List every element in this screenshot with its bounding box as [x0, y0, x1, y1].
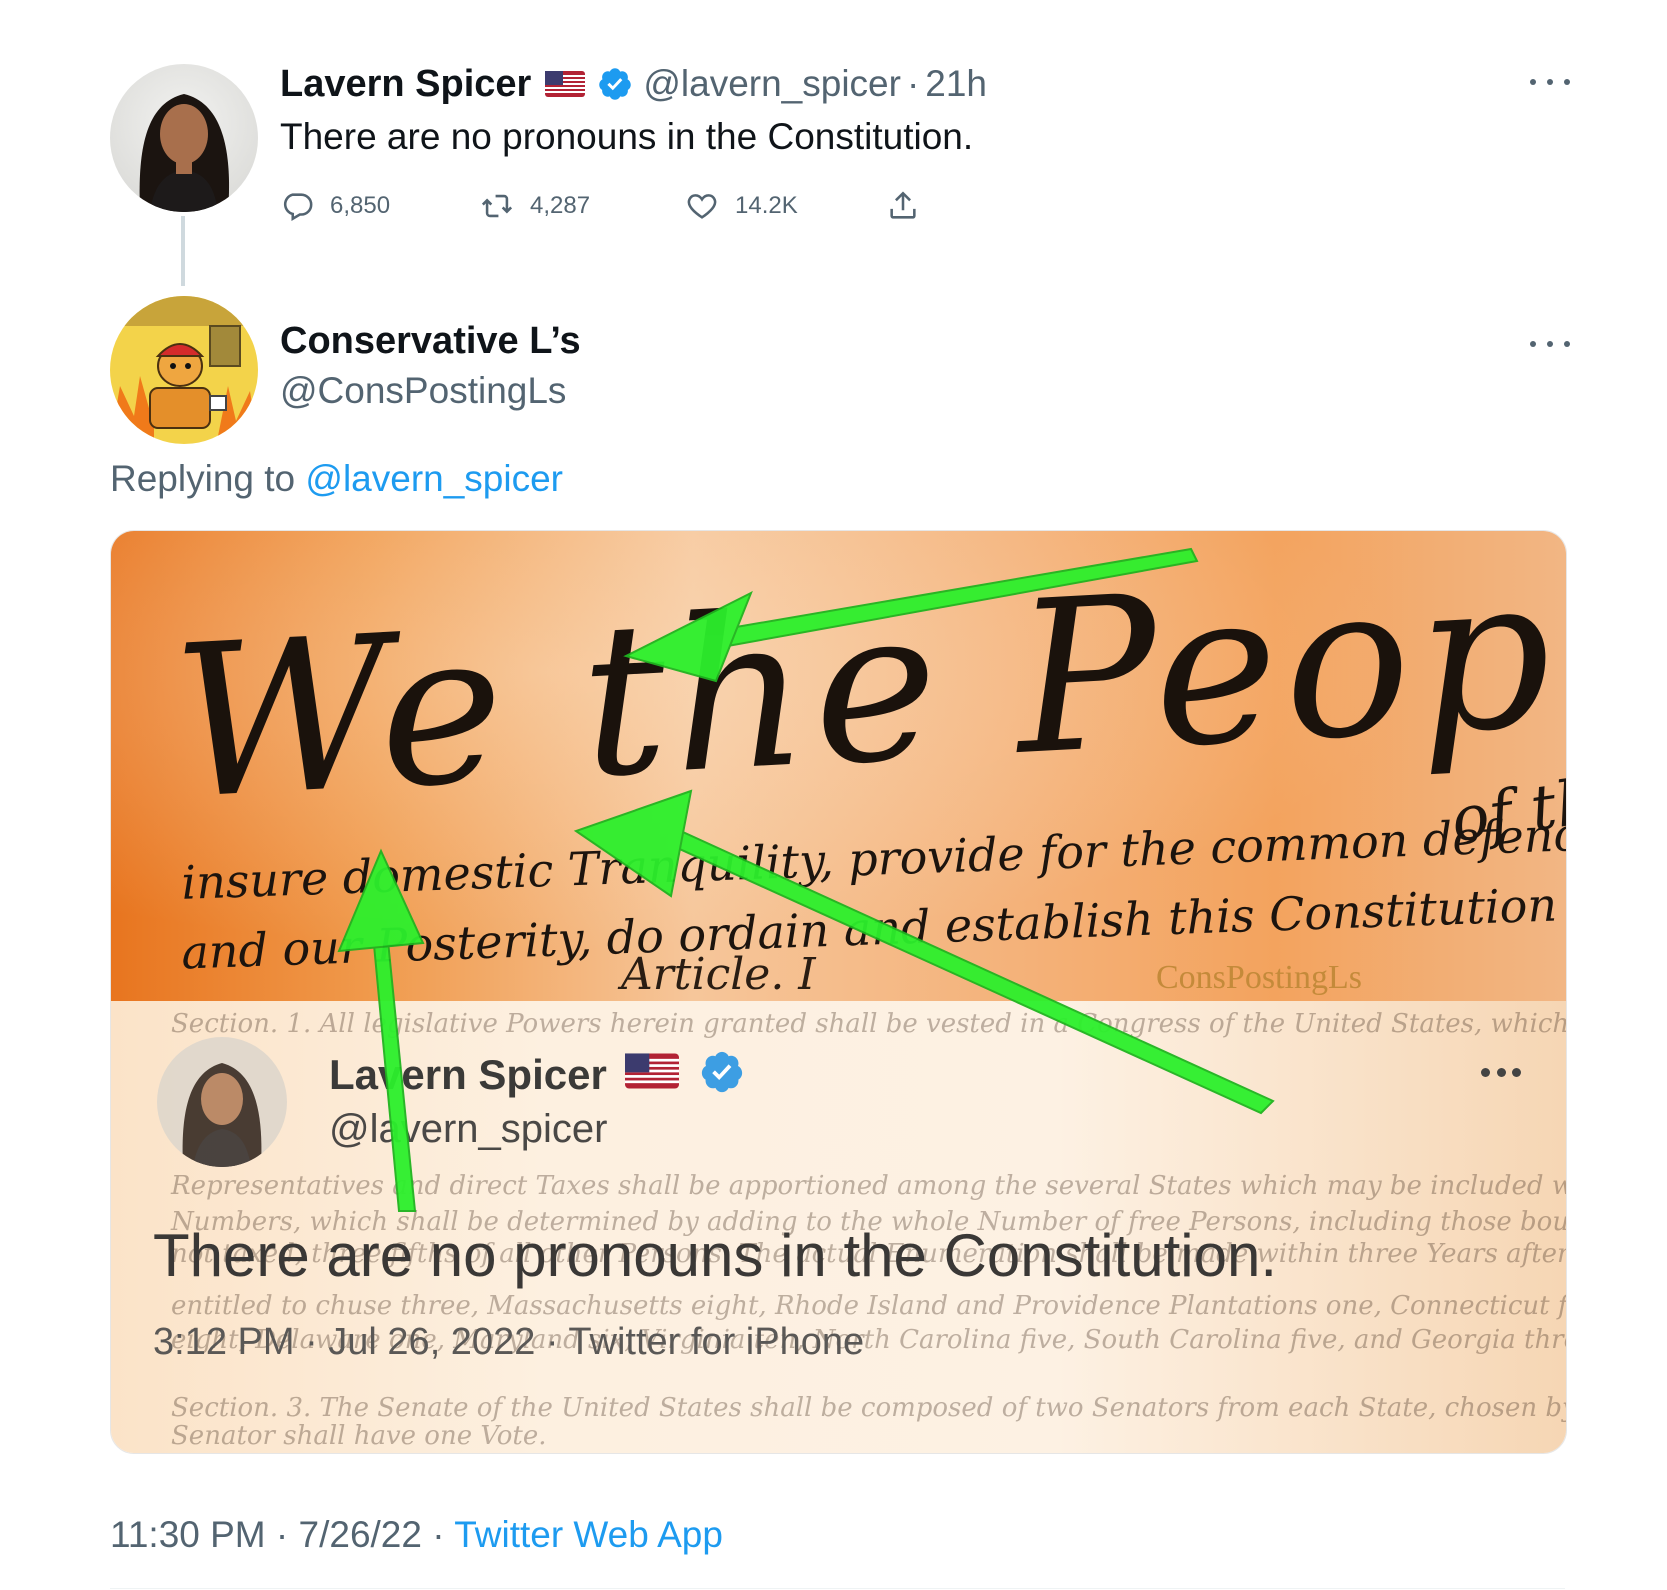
parent-handle[interactable]: @lavern_spicer [643, 63, 901, 105]
arrow-to-our [573, 789, 1275, 1115]
lavern-spicer-avatar[interactable] [110, 64, 258, 212]
parent-tweet-text: There are no pronouns in the Constitutio… [280, 116, 974, 157]
conspostingls-avatar[interactable] [110, 296, 258, 444]
replying-to-line: Replying to @lavern_spicer [110, 458, 563, 500]
header-separator: · [906, 63, 920, 104]
share-icon [890, 191, 916, 219]
reply-count: 6,850 [330, 192, 391, 219]
tweet-media-image[interactable]: Section. 1. All legislative Powers herei… [110, 530, 1567, 1454]
us-flag-icon [545, 71, 586, 97]
arrow-to-we [623, 547, 1199, 683]
parent-timestamp[interactable]: 21h [925, 63, 987, 105]
reply-timestamp[interactable]: 11:30 PM · 7/26/22 · [110, 1514, 445, 1555]
heart-icon [687, 194, 717, 219]
parent-more-options-icon[interactable] [1530, 72, 1570, 92]
more-dot [1564, 341, 1570, 347]
reply-handle[interactable]: @ConsPostingLs [280, 370, 566, 412]
retweet-icon [481, 194, 513, 218]
retweet-count: 4,287 [530, 192, 591, 219]
green-arrows-overlay [337, 547, 1275, 1212]
reply-tweet-footer: 11:30 PM · 7/26/22 · Twitter Web App [110, 1514, 723, 1556]
reply-more-options-icon[interactable] [1530, 334, 1570, 354]
replying-prefix: Replying to [110, 458, 296, 499]
source-app-link[interactable]: Twitter Web App [454, 1514, 723, 1555]
reply-button[interactable]: 6,850 [280, 186, 390, 226]
more-dot [1530, 79, 1536, 85]
arrow-to-domestic [337, 848, 425, 1212]
more-dot [1547, 341, 1553, 347]
retweet-button[interactable]: 4,287 [480, 186, 590, 226]
share-button[interactable] [886, 186, 920, 226]
like-button[interactable]: 14.2K [685, 186, 798, 226]
reply-display-name[interactable]: Conservative L’s [280, 320, 581, 363]
avatar-image [110, 64, 258, 212]
more-dot [1547, 79, 1553, 85]
this-is-fine-dog-image [110, 296, 258, 444]
verified-badge-icon [599, 68, 632, 100]
parent-display-name[interactable]: Lavern Spicer [280, 63, 531, 106]
reply-icon [283, 193, 313, 222]
parent-tweet-actions: 6,850 4,287 14.2K [280, 186, 940, 226]
replying-to-mention-link[interactable]: @lavern_spicer [305, 458, 563, 499]
parent-tweet-header: Lavern Spicer @lavern_spicer · 21h [280, 56, 987, 112]
more-dot [1530, 341, 1536, 347]
footer-divider [110, 1588, 1565, 1589]
like-count: 14.2K [735, 192, 798, 219]
thread-connector-line [181, 216, 185, 286]
more-dot [1564, 79, 1570, 85]
